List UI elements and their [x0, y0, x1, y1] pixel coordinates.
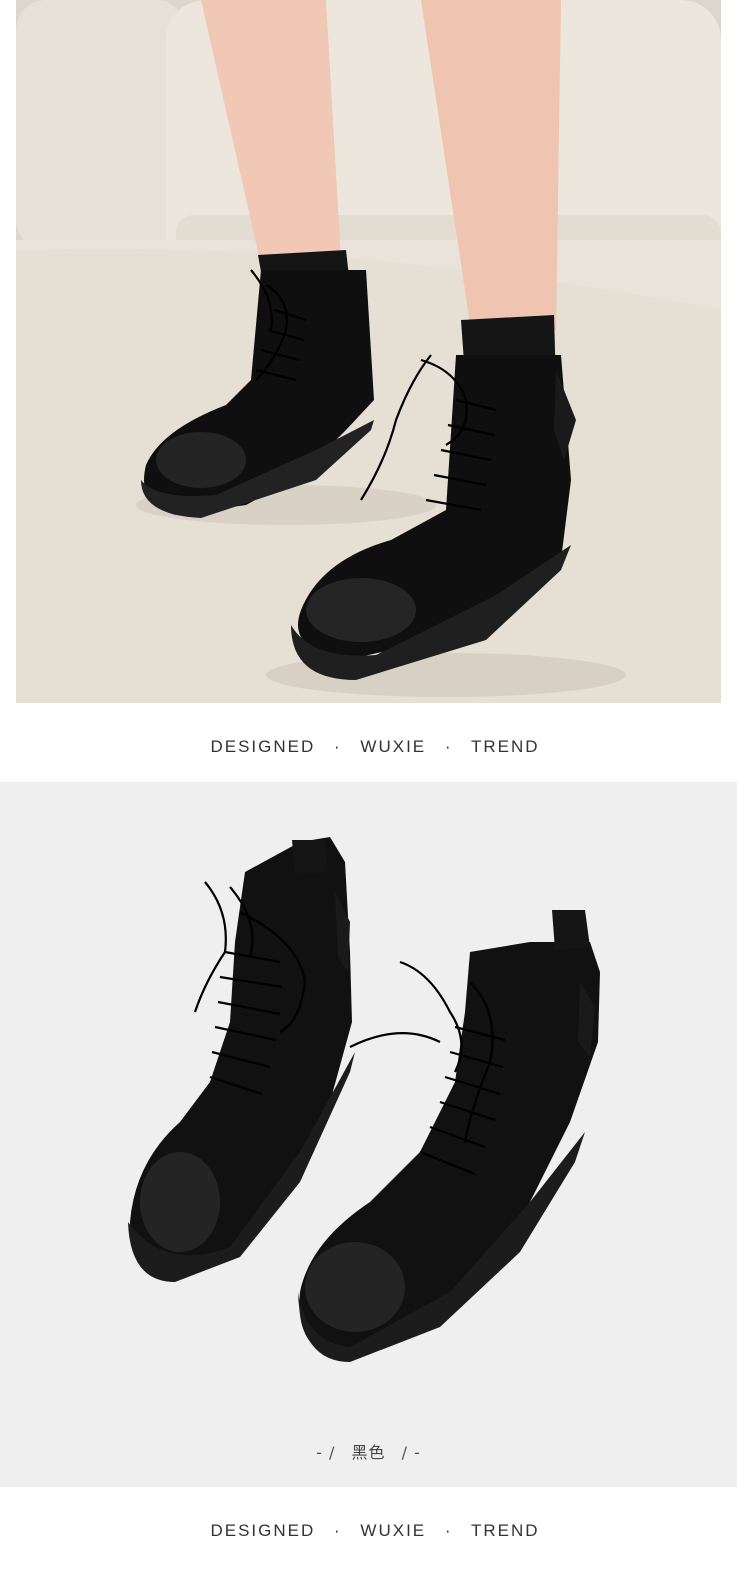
color-variant-label: - / 黑色 / -: [0, 1439, 737, 1463]
caption-word-designed: DESIGNED: [210, 737, 316, 756]
caption-separator: ·: [444, 737, 453, 756]
boots-pair-image: [0, 782, 737, 1487]
product-photo-pair: [0, 782, 737, 1487]
color-label-left-deco: - /: [316, 1443, 336, 1462]
caption-word-trend: TREND: [470, 1521, 540, 1540]
caption-separator: ·: [334, 1521, 342, 1540]
caption-top: DESIGNED · WUXIE · TREND: [0, 737, 750, 757]
caption-word-trend: TREND: [470, 737, 540, 756]
color-label-text: 黑色: [351, 1443, 386, 1462]
caption-bottom: DESIGNED · WUXIE · TREND: [0, 1521, 750, 1541]
product-photo-worn: [16, 0, 721, 703]
caption-word-wuxie: WUXIE: [360, 1521, 427, 1540]
caption-word-wuxie: WUXIE: [360, 737, 427, 756]
color-label-right-deco: / -: [401, 1443, 421, 1462]
boots-worn-image: [16, 0, 721, 703]
caption-separator: ·: [334, 737, 342, 756]
caption-word-designed: DESIGNED: [210, 1521, 316, 1540]
caption-separator: ·: [444, 1521, 453, 1540]
